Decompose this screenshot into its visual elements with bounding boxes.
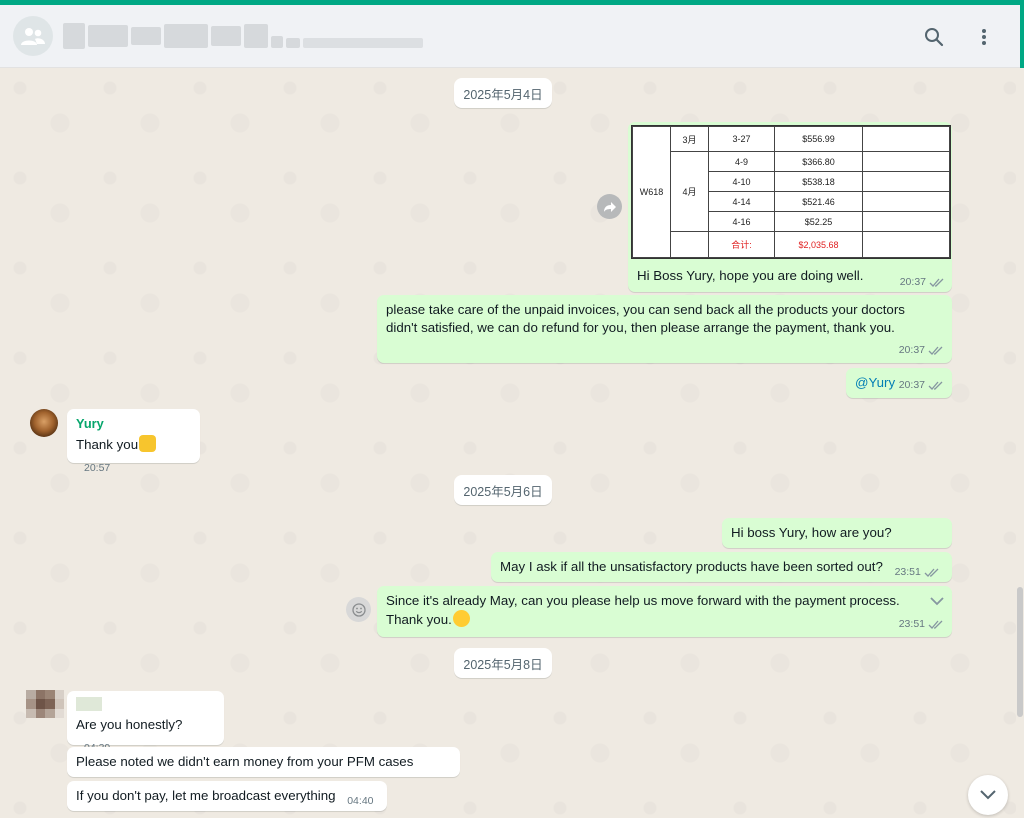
table-date: 4-9 xyxy=(708,151,775,173)
read-ticks-icon xyxy=(928,346,943,355)
group-avatar[interactable] xyxy=(13,16,53,56)
read-ticks-icon xyxy=(928,381,943,390)
message-text: May I ask if all the unsatisfactory prod… xyxy=(500,559,883,574)
table-date: 4-10 xyxy=(708,171,775,193)
table-model: W618 xyxy=(632,126,671,258)
message-time: 20:57 xyxy=(84,462,111,474)
smiling-face-emoji xyxy=(452,610,470,627)
message-bubble[interactable]: May I ask if all the unsatisfactory prod… xyxy=(491,552,952,582)
message-time: 23:51 xyxy=(894,566,921,578)
message-text: Thank you. xyxy=(386,612,452,627)
table-date: 4-14 xyxy=(708,191,775,213)
date-divider: 2025年5月4日 xyxy=(454,78,552,108)
date-divider: 2025年5月6日 xyxy=(454,475,552,505)
table-total-amount: $2,035.68 xyxy=(774,231,863,258)
table-amount: $521.46 xyxy=(774,191,863,213)
message-text: If you don't pay, let me broadcast every… xyxy=(76,788,336,803)
mention-link[interactable]: @Yury xyxy=(855,375,895,390)
avatar[interactable] xyxy=(26,690,64,718)
group-icon xyxy=(21,28,45,45)
message-text: Are you honestly? xyxy=(76,717,183,732)
table-date: 4-16 xyxy=(708,211,775,233)
message-text: didn't satisfied, we can do refund for y… xyxy=(386,320,895,335)
scrollbar[interactable] xyxy=(1016,68,1024,818)
message-bubble[interactable]: Please noted we didn't earn money from y… xyxy=(67,747,460,791)
message-text: please take care of the unpaid invoices,… xyxy=(386,302,905,317)
message-text: Hi boss Yury, how are you? xyxy=(731,525,892,540)
chat-title-redacted[interactable] xyxy=(63,23,423,49)
raising-hands-emoji xyxy=(139,435,157,452)
message-bubble[interactable]: please take care of the unpaid invoices,… xyxy=(377,295,952,363)
message-time: 04:40 xyxy=(347,795,374,807)
message-meta: 23:51 xyxy=(899,615,944,633)
chevron-down-icon xyxy=(980,790,996,800)
message-meta: 20:37 xyxy=(899,376,944,394)
forward-icon[interactable] xyxy=(597,194,622,219)
message-bubble[interactable]: If you don't pay, let me broadcast every… xyxy=(67,781,387,811)
chevron-down-icon[interactable] xyxy=(930,593,944,611)
table-amount: $52.25 xyxy=(774,211,863,233)
table-month: 3月 xyxy=(670,125,709,153)
table-month: 4月 xyxy=(670,151,709,233)
invoice-table-image[interactable]: W618 3月 3-27 $556.99 4月 4-9 $366.80 4-10… xyxy=(631,125,951,259)
chat-header xyxy=(0,5,1020,68)
message-text: Please noted we didn't earn money from y… xyxy=(76,754,414,769)
message-bubble[interactable]: Yury Thank you 20:57 xyxy=(67,409,200,474)
avatar[interactable] xyxy=(30,409,58,437)
message-meta: 20:37 xyxy=(899,341,944,359)
message-bubble[interactable]: Since it's already May, can you please h… xyxy=(377,586,952,637)
sender-name-redacted[interactable] xyxy=(76,697,102,711)
table-amount: $556.99 xyxy=(774,125,863,153)
message-meta: 20:37 xyxy=(900,276,945,288)
date-divider: 2025年5月8日 xyxy=(454,648,552,678)
message-time: 23:51 xyxy=(898,618,925,630)
read-ticks-icon xyxy=(924,568,939,577)
scroll-to-bottom-button[interactable] xyxy=(968,775,1008,815)
search-icon[interactable] xyxy=(922,25,946,49)
message-bubble[interactable]: Are you honestly? 04:39 xyxy=(67,691,224,754)
message-text: Thank you xyxy=(76,437,139,452)
message-bubble[interactable]: @Yury 20:37 xyxy=(846,368,952,398)
sender-name[interactable]: Yury xyxy=(76,415,191,433)
table-amount: $366.80 xyxy=(774,151,863,173)
table-date: 3-27 xyxy=(708,125,775,153)
message-time: 20:37 xyxy=(899,276,926,288)
table-total-label: 合计: xyxy=(708,231,775,258)
message-text: Since it's already May, can you please h… xyxy=(386,593,900,608)
react-emoji-icon[interactable] xyxy=(346,597,371,622)
more-vertical-icon[interactable] xyxy=(972,25,996,49)
read-ticks-icon xyxy=(928,620,943,629)
message-time: 20:37 xyxy=(898,344,925,356)
read-ticks-icon xyxy=(929,278,944,287)
message-text: Hi Boss Yury, hope you are doing well. xyxy=(637,268,864,283)
table-amount: $538.18 xyxy=(774,171,863,193)
message-bubble[interactable]: Hi boss Yury, how are you? 23:50 xyxy=(722,518,952,562)
message-time: 20:37 xyxy=(898,379,925,391)
